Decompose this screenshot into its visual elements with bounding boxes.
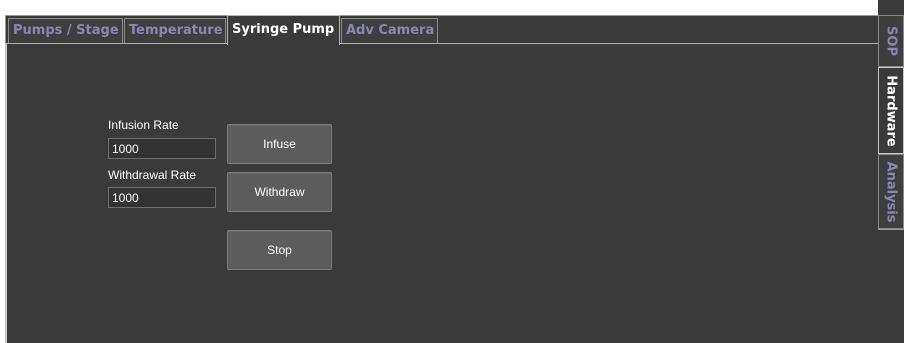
withdraw-button[interactable]: Withdraw bbox=[227, 172, 332, 212]
side-tab-hardware-label: Hardware bbox=[883, 74, 899, 147]
tab-adv-camera[interactable]: Adv Camera bbox=[341, 18, 438, 44]
side-tab-analysis-label: Analysis bbox=[883, 161, 899, 222]
infuse-button[interactable]: Infuse bbox=[227, 124, 332, 164]
tab-pumps-stage[interactable]: Pumps / Stage bbox=[8, 18, 123, 44]
stop-button[interactable]: Stop bbox=[227, 230, 332, 270]
infusion-rate-label: Infusion Rate bbox=[108, 118, 179, 132]
side-tab-sop[interactable]: SOP bbox=[878, 15, 904, 67]
withdrawal-rate-label: Withdrawal Rate bbox=[108, 168, 197, 182]
infusion-rate-input[interactable] bbox=[108, 138, 216, 159]
syringe-pump-panel: Infusion Rate Withdrawal Rate Infuse Wit… bbox=[5, 43, 878, 343]
main-tab-strip: Pumps / Stage Temperature Syringe Pump A… bbox=[5, 15, 878, 45]
app-window: Pumps / Stage Temperature Syringe Pump A… bbox=[0, 0, 904, 343]
side-tab-divider bbox=[878, 229, 904, 230]
tab-temperature[interactable]: Temperature bbox=[124, 18, 226, 44]
tab-syringe-pump[interactable]: Syringe Pump bbox=[227, 15, 340, 45]
side-tab-analysis[interactable]: Analysis bbox=[878, 154, 904, 229]
side-tab-sop-label: SOP bbox=[883, 26, 899, 56]
side-tab-strip: SOP Hardware Analysis bbox=[878, 0, 904, 343]
side-tab-hardware[interactable]: Hardware bbox=[878, 67, 904, 154]
withdrawal-rate-input[interactable] bbox=[108, 187, 216, 208]
